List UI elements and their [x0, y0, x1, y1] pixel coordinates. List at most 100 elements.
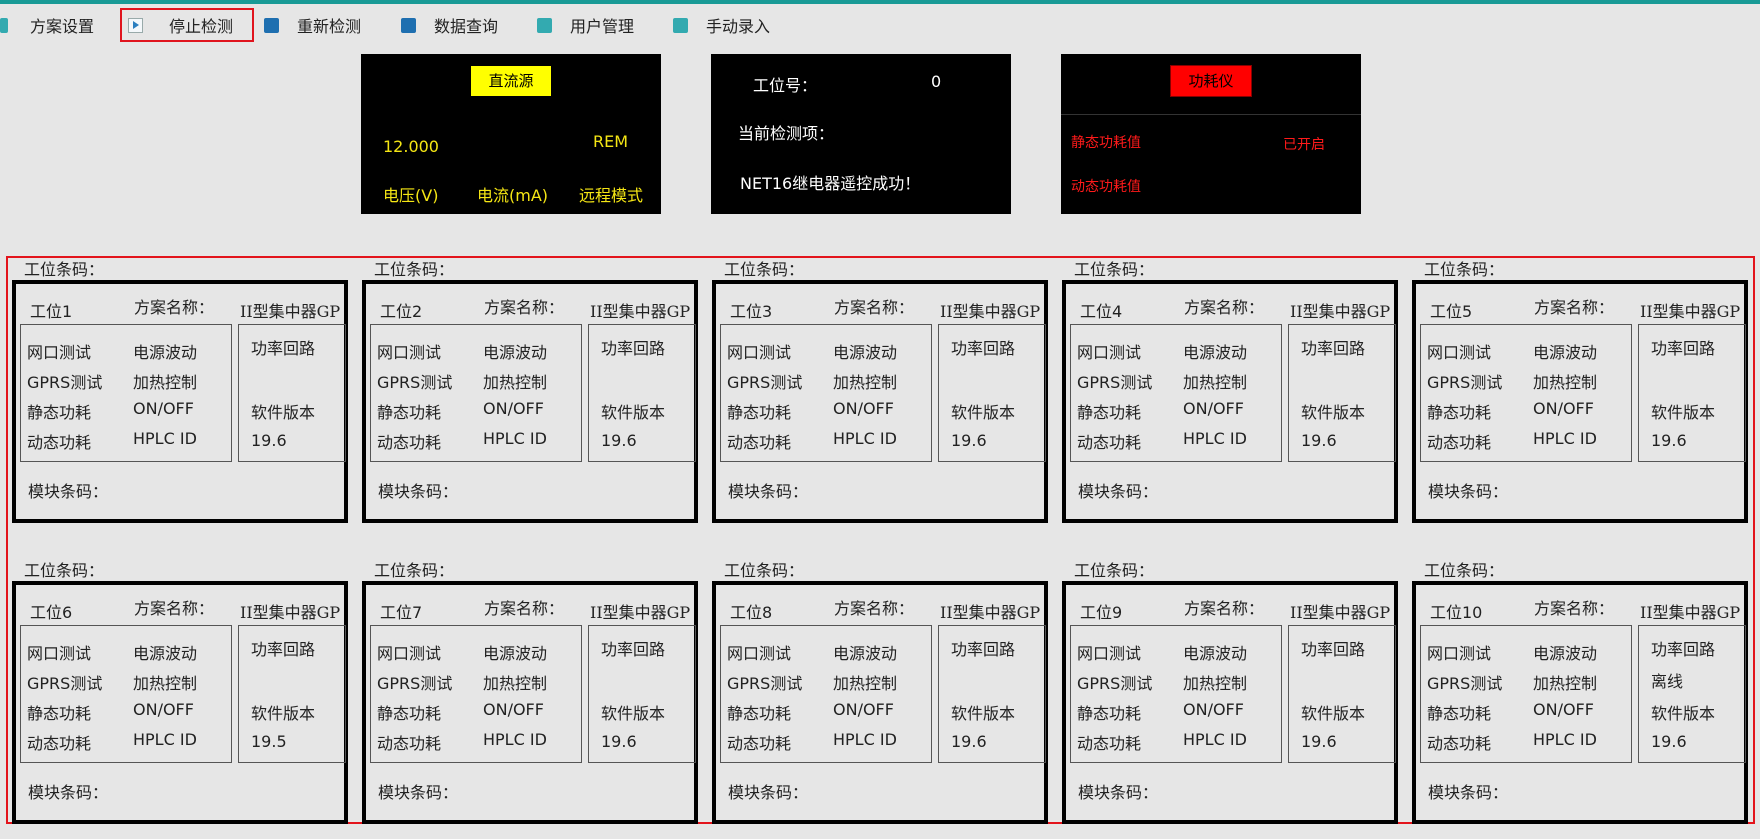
module-barcode-label: 模块条码：: [1078, 783, 1159, 802]
test-item-label: 加热控制: [133, 373, 198, 392]
station-name: 工位8: [730, 603, 773, 622]
station-name: 工位9: [1080, 603, 1123, 622]
test-item-label: 动态功耗: [27, 433, 92, 452]
power-version-panel: 功率回路 软件版本 19.5: [238, 625, 346, 763]
test-items-panel: 网口测试 电源波动 GPRS测试 加热控制 静态功耗 ON/OFF 动态功耗 HPLC ID: [1420, 324, 1632, 462]
power-version-panel: 功率回路 离线 软件版本 19.6: [1638, 625, 1746, 763]
plan-name-label: 方案名称：: [834, 298, 915, 317]
station-name: 工位6: [30, 603, 73, 622]
station-card: 工位条码： 工位10 方案名称： II型集中器GPRS 网口测试 电源波动 GPRS测试 加热…: [1406, 557, 1748, 827]
power-version-panel: 功率回路 软件版本 19.6: [1288, 324, 1396, 462]
test-item-label: 静态功耗: [1077, 403, 1142, 422]
station-card: 工位条码： 工位4 方案名称： II型集中器GPRS 网口测试 电源波动 GPRS测试 加热控…: [1056, 256, 1398, 526]
station-box: 工位8 方案名称： II型集中器GPRS 网口测试 电源波动 GPRS测试 加热控制静态功耗…: [712, 581, 1048, 824]
station-box: 工位1 方案名称： II型集中器GPRS 网口测试 电源波动 GPRS测试 加热控制静态功耗…: [12, 280, 348, 523]
data-query-label: 数据查询: [434, 17, 499, 36]
status-panel: 工位号： 0 当前检测项： NET16继电器遥控成功！: [711, 54, 1011, 214]
user-management-button[interactable]: 用户管理: [537, 10, 634, 40]
test-item-label: ON/OFF: [1183, 399, 1244, 418]
test-item-label: HPLC ID: [833, 429, 897, 448]
power-loop-label: 功率回路: [251, 640, 316, 659]
test-item-label: 静态功耗: [1077, 704, 1142, 723]
module-barcode-label: 模块条码：: [378, 783, 459, 802]
power-meter-panel: 功耗仪 静态功耗值 已开启 动态功耗值: [1061, 54, 1361, 214]
query-icon: [401, 17, 416, 33]
module-barcode-label: 模块条码：: [28, 783, 109, 802]
station-barcode-label: 工位条码：: [374, 260, 455, 279]
power-meter-title: 功耗仪: [1170, 65, 1252, 97]
station-name: 工位10: [1430, 603, 1483, 622]
test-item-label: 加热控制: [1183, 674, 1248, 693]
power-version-panel: 功率回路 软件版本 19.6: [588, 625, 696, 763]
station-name: 工位4: [1080, 302, 1123, 321]
test-item-label: 电源波动: [483, 644, 548, 663]
test-item-label: HPLC ID: [133, 429, 197, 448]
test-item-label: 网口测试: [1077, 644, 1142, 663]
dc-source-title: 直流源: [471, 66, 551, 96]
station-barcode-label: 工位条码：: [724, 260, 805, 279]
test-item-label: 网口测试: [377, 644, 442, 663]
software-version-value: 19.6: [601, 431, 637, 450]
power-version-panel: 功率回路软件版本 19.6: [938, 625, 1046, 763]
static-power-label: 静态功耗值: [1071, 135, 1141, 151]
module-barcode-label: 模块条码：: [1428, 783, 1509, 802]
test-item-label: 动态功耗: [1077, 734, 1142, 753]
test-item-label: 网口测试: [27, 644, 92, 663]
station-card: 工位条码： 工位7 方案名称： II型集中器GPRS 网口测试 电源波动 GPRS测试 加热控…: [356, 557, 698, 827]
station-box: 工位7 方案名称： II型集中器GPRS 网口测试 电源波动 GPRS测试 加热控制静态功耗…: [362, 581, 698, 824]
test-item-label: ON/OFF: [483, 399, 544, 418]
software-version-label: 软件版本: [951, 403, 1016, 422]
stop-detection-button[interactable]: 停止检测: [120, 8, 254, 42]
test-item-label: ON/OFF: [483, 700, 544, 719]
test-item-label: 动态功耗: [377, 433, 442, 452]
station-box: 工位10 方案名称： II型集中器GPRS 网口测试 电源波动 GPRS测试 加热控制静态功…: [1412, 581, 1748, 824]
test-item-label: 静态功耗: [377, 403, 442, 422]
power-version-panel: 功率回路 软件版本 19.6: [1288, 625, 1396, 763]
test-item-label: ON/OFF: [1183, 700, 1244, 719]
plan-name-value: II型集中器GPRS: [940, 603, 1040, 622]
station-card: 工位条码： 工位1 方案名称： II型集中器GPRS 网口测试 电源波动 GPRS测试 加热控…: [6, 256, 348, 526]
manual-entry-label: 手动录入: [706, 17, 771, 36]
station-box: 工位3 方案名称： II型集中器GPRS 网口测试 电源波动 GPRS测试 加热控制静态功耗…: [712, 280, 1048, 523]
plan-name-label: 方案名称：: [484, 599, 565, 618]
test-item-label: 电源波动: [133, 644, 198, 663]
software-version-value: 19.6: [1651, 732, 1687, 751]
power-loop-label: 功率回路: [951, 640, 1016, 659]
test-item-label: 静态功耗: [1427, 403, 1492, 422]
plan-name-label: 方案名称：: [1534, 298, 1615, 317]
power-version-panel: 功率回路 软件版本 19.6: [238, 324, 346, 462]
manual-entry-button[interactable]: 手动录入: [673, 10, 770, 40]
plan-name-value: II型集中器GPRS: [1290, 603, 1390, 622]
software-version-label: 软件版本: [601, 403, 666, 422]
test-item-label: 动态功耗: [1077, 433, 1142, 452]
test-item-label: HPLC ID: [483, 429, 547, 448]
data-query-button[interactable]: 数据查询: [401, 10, 498, 40]
restart-detection-button[interactable]: 重新检测: [264, 10, 361, 40]
test-item-label: 静态功耗: [377, 704, 442, 723]
voltage-label: 电压(V): [383, 186, 439, 205]
status-message: NET16继电器遥控成功！: [740, 174, 921, 193]
mode-label: 远程模式: [579, 186, 644, 205]
test-item-label: 电源波动: [1533, 343, 1598, 362]
software-version-value: 19.6: [1301, 431, 1337, 450]
test-item-label: 静态功耗: [727, 704, 792, 723]
plan-name-value: II型集中器GPRS: [1290, 302, 1390, 321]
software-version-label: 软件版本: [951, 704, 1016, 723]
station-name: 工位1: [30, 302, 73, 321]
software-version-value: 19.6: [1301, 732, 1337, 751]
test-item-label: 加热控制: [833, 674, 898, 693]
station-barcode-label: 工位条码：: [1424, 561, 1505, 580]
test-items-panel: 网口测试 电源波动 GPRS测试 加热控制 静态功耗 ON/OFF 动态功耗 HPLC ID: [720, 324, 932, 462]
test-item-label: ON/OFF: [1533, 399, 1594, 418]
test-item-label: 加热控制: [1183, 373, 1248, 392]
scheme-settings-button[interactable]: 方案设置: [0, 10, 94, 40]
plan-name-value: II型集中器GPRS: [240, 603, 340, 622]
module-barcode-label: 模块条码：: [378, 482, 459, 501]
test-item-label: 电源波动: [483, 343, 548, 362]
station-card: 工位条码： 工位3 方案名称： II型集中器GPRS 网口测试 电源波动 GPRS测试 加热控…: [706, 256, 1048, 526]
test-item-label: 动态功耗: [377, 734, 442, 753]
software-version-value: 19.6: [951, 732, 987, 751]
divider: [1061, 114, 1361, 115]
top-accent-bar: [0, 0, 1760, 4]
plan-name-label: 方案名称：: [1534, 599, 1615, 618]
